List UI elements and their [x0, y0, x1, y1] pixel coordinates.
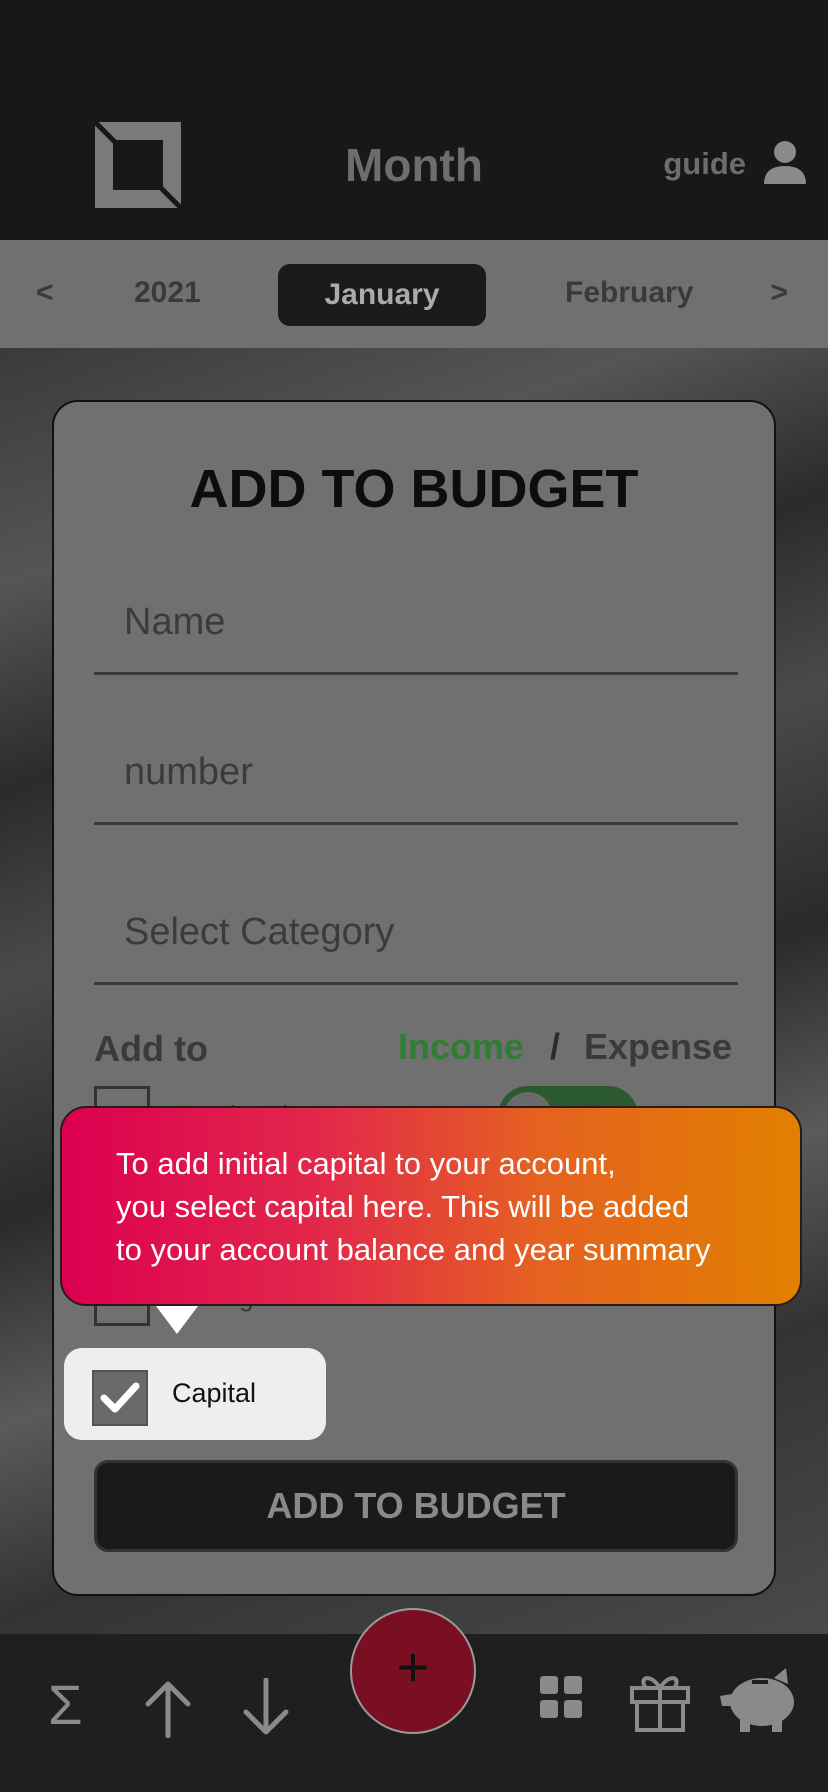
tooltip-line-3: to your account balance and year summary	[116, 1232, 711, 1267]
modal-title: ADD TO BUDGET	[189, 459, 639, 519]
month-selector: < 2021 January February >	[0, 240, 828, 348]
tooltip-text: To add initial capital to your account, …	[116, 1142, 710, 1271]
name-placeholder: Name	[124, 601, 226, 643]
grid-icon[interactable]	[540, 1676, 584, 1720]
next-month-button[interactable]: >	[770, 276, 788, 310]
app-header: Month guide	[0, 0, 828, 240]
gift-icon[interactable]	[628, 1668, 692, 1732]
plus-icon: +	[396, 1635, 430, 1698]
add-to-label: Add to	[94, 1028, 208, 1069]
tooltip-line-1: To add initial capital to your account,	[116, 1146, 616, 1181]
tooltip-line-2: you select capital here. This will be ad…	[116, 1189, 690, 1224]
income-label: Income	[398, 1026, 525, 1067]
number-field[interactable]: number	[94, 732, 738, 825]
prev-month-button[interactable]: <	[36, 276, 54, 310]
expense-label: Expense	[584, 1026, 733, 1067]
add-to-budget-button[interactable]: ADD TO BUDGET	[94, 1460, 738, 1552]
category-placeholder: Select Category	[124, 911, 395, 953]
sigma-icon[interactable]: Σ	[48, 1672, 83, 1737]
arrow-down-icon[interactable]	[242, 1678, 290, 1738]
name-field[interactable]: Name	[94, 582, 738, 675]
category-select[interactable]: Select Category	[94, 892, 738, 985]
number-placeholder: number	[124, 751, 253, 793]
tooltip-pointer	[156, 1306, 198, 1334]
user-icon[interactable]	[762, 140, 808, 186]
capital-checkbox[interactable]	[92, 1370, 148, 1426]
capital-label: Capital	[172, 1378, 257, 1408]
arrow-up-icon[interactable]	[144, 1678, 192, 1738]
month-tab-january[interactable]: January	[278, 264, 486, 326]
piggy-bank-icon[interactable]	[718, 1664, 802, 1734]
guide-link[interactable]: guide	[663, 146, 746, 182]
capital-option[interactable]: Capital	[64, 1348, 326, 1440]
checkmark-icon	[100, 1382, 140, 1413]
add-fab-button[interactable]: +	[350, 1608, 476, 1734]
slash-separator: /	[550, 1026, 561, 1067]
month-tab-february[interactable]: February	[565, 276, 693, 310]
guide-tooltip: To add initial capital to your account, …	[60, 1106, 802, 1306]
year-label[interactable]: 2021	[134, 276, 201, 310]
